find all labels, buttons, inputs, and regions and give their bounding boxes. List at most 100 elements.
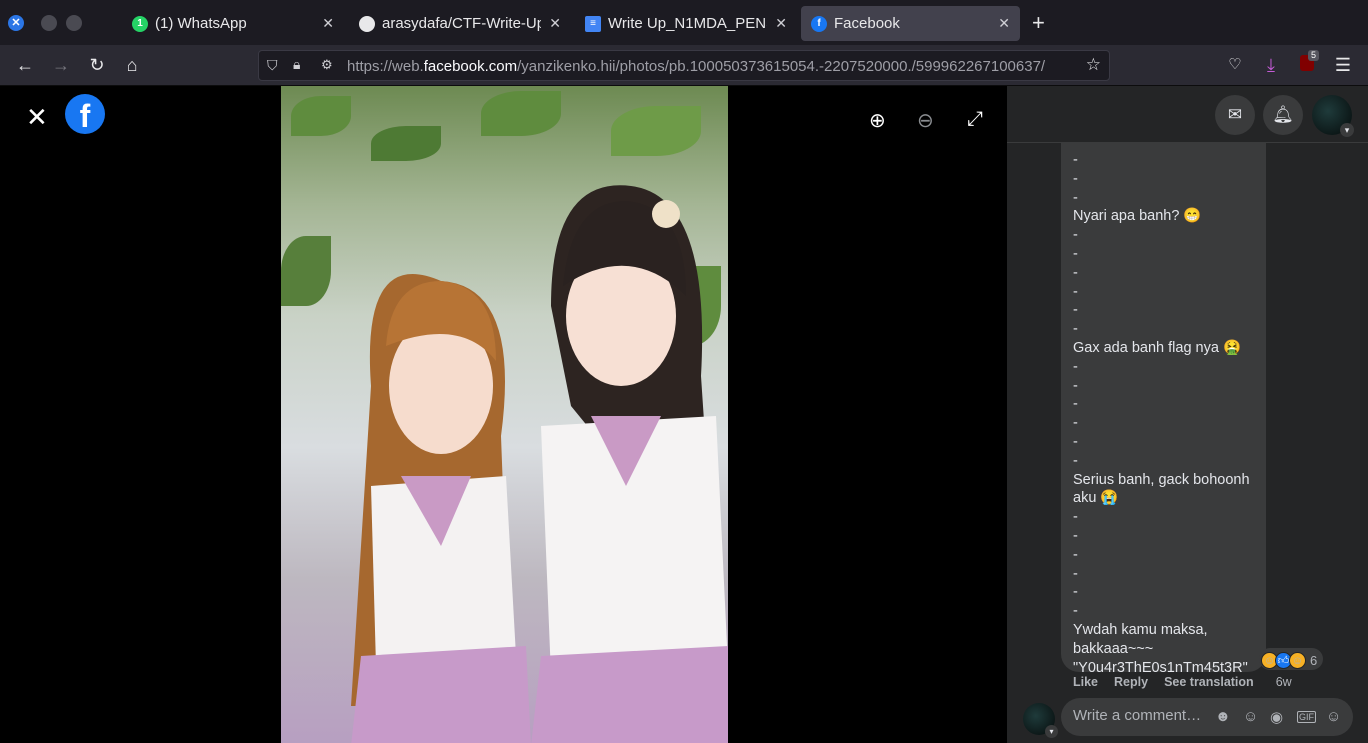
tab-google-docs[interactable]: ≡ Write Up_N1MDA_PENS - ✕ bbox=[575, 6, 797, 41]
extension-badge: 5 bbox=[1308, 50, 1320, 61]
reaction-count: 6 bbox=[1310, 652, 1318, 668]
close-viewer-icon[interactable]: ✕ bbox=[26, 102, 48, 133]
comment-line: - bbox=[1073, 433, 1078, 450]
reaction-summary[interactable]: ☺ 👍︎ ☺ 6 bbox=[1259, 648, 1324, 670]
comment-line: Gax ada banh flag nya 🤮 bbox=[1073, 339, 1241, 356]
bookmark-star-icon[interactable]: ☆ bbox=[1086, 55, 1101, 75]
google-docs-icon: ≡ bbox=[585, 15, 601, 32]
girl-right-figure bbox=[531, 185, 728, 743]
comment-line: - bbox=[1073, 245, 1078, 262]
comment-line: - bbox=[1073, 321, 1078, 338]
fullscreen-icon[interactable]: ⤢ bbox=[967, 108, 983, 131]
reply-link[interactable]: Reply bbox=[1114, 675, 1148, 689]
compose-avatar[interactable]: ▾ bbox=[1023, 703, 1058, 738]
leaf-decoration bbox=[281, 236, 331, 306]
comment-line: - bbox=[1073, 302, 1078, 319]
leaf-decoration bbox=[481, 91, 561, 136]
comment-line: - bbox=[1073, 509, 1078, 526]
comment-line: - bbox=[1073, 452, 1078, 469]
tab-title: Write Up_N1MDA_PENS - bbox=[608, 15, 768, 32]
zoom-in-icon[interactable]: ⊕ bbox=[869, 108, 886, 133]
facebook-logo-icon[interactable]: f bbox=[65, 94, 105, 134]
comment-line: - bbox=[1073, 565, 1078, 582]
emoji-icon[interactable]: ☺ bbox=[1243, 708, 1258, 725]
comment-line: - bbox=[1073, 264, 1078, 281]
comment-bubble: - - - Nyari apa banh? 😁 - - - - - - Gax ada banh f… bbox=[1061, 143, 1266, 672]
see-translation-link[interactable]: See translation bbox=[1164, 675, 1254, 689]
url-text[interactable]: https://web.facebook.com/yanzikenko.hii/… bbox=[347, 58, 1072, 75]
window-close-button[interactable]: ✕ bbox=[8, 15, 24, 31]
tab-close-icon[interactable]: ✕ bbox=[549, 15, 561, 32]
like-link[interactable]: Like bbox=[1073, 675, 1098, 689]
panel-header: ✉ 🔔︎ ▾ bbox=[1007, 86, 1368, 143]
downloads-icon[interactable]: ⤓ bbox=[1260, 54, 1282, 76]
comment-line: - bbox=[1073, 546, 1078, 563]
tab-whatsapp[interactable]: 1 (1) WhatsApp ✕ bbox=[122, 6, 344, 41]
window-maximize-button[interactable] bbox=[66, 15, 82, 31]
photo-image[interactable] bbox=[281, 86, 728, 743]
comment-line: - bbox=[1073, 584, 1078, 601]
lock-icon[interactable]: 🔒︎ bbox=[293, 56, 300, 73]
github-icon bbox=[359, 15, 375, 32]
sticker-icon[interactable]: ☺ bbox=[1326, 708, 1341, 725]
forward-icon[interactable]: → bbox=[50, 54, 72, 76]
url-path: /yanzikenko.hii/photos/pb.10005037361505… bbox=[517, 58, 1046, 75]
browser-tab-bar: ✕ 1 (1) WhatsApp ✕ arasydafa/CTF-Write-U… bbox=[0, 0, 1368, 45]
comment-actions: Like Reply See translation 6w bbox=[1073, 675, 1292, 689]
new-tab-button[interactable]: + bbox=[1032, 10, 1045, 36]
notifications-bell-icon[interactable]: 🔔︎ bbox=[1263, 95, 1303, 135]
comment-line: - bbox=[1073, 415, 1078, 432]
window-minimize-button[interactable] bbox=[41, 15, 57, 31]
url-domain: facebook.com bbox=[423, 58, 518, 75]
reload-icon[interactable]: ↻ bbox=[86, 54, 108, 76]
back-icon[interactable]: ← bbox=[14, 54, 36, 76]
comment-line: - bbox=[1073, 189, 1078, 206]
comment-line: - bbox=[1073, 152, 1078, 168]
comment-line: Nyari apa banh? 😁 bbox=[1073, 208, 1202, 225]
comment-line: - bbox=[1073, 527, 1078, 544]
home-icon[interactable]: ⌂ bbox=[121, 54, 143, 76]
comment-line: Ywdah kamu maksa, bakkaaa~~~ "Y0u4r3ThE0… bbox=[1073, 621, 1248, 672]
url-prefix: https://web. bbox=[347, 58, 424, 75]
chevron-down-icon: ▾ bbox=[1340, 123, 1354, 137]
tab-github[interactable]: arasydafa/CTF-Write-Up- ✕ bbox=[349, 6, 571, 41]
comment-line: - bbox=[1073, 227, 1078, 244]
pocket-icon[interactable]: ♡ bbox=[1224, 54, 1246, 76]
leaf-decoration bbox=[371, 126, 441, 161]
comment-age[interactable]: 6w bbox=[1276, 675, 1292, 689]
camera-icon[interactable]: ◉ bbox=[1270, 708, 1283, 726]
comment-line: - bbox=[1073, 377, 1078, 394]
comment-text: - - - Nyari apa banh? 😁 - - - - - - Gax ada banh f… bbox=[1073, 151, 1254, 672]
haha-reaction-icon: ☺ bbox=[1289, 651, 1306, 669]
tab-close-icon[interactable]: ✕ bbox=[775, 15, 787, 32]
comment-line: - bbox=[1073, 358, 1078, 375]
tracking-protection-shield-icon[interactable]: ⛉ bbox=[267, 57, 278, 74]
gif-icon[interactable]: GIF bbox=[1297, 711, 1316, 723]
comment-line: - bbox=[1073, 170, 1078, 187]
zoom-out-icon[interactable]: ⊖ bbox=[917, 108, 934, 133]
tab-close-icon[interactable]: ✕ bbox=[322, 15, 334, 32]
girl-left-figure bbox=[351, 274, 531, 743]
chevron-down-icon: ▾ bbox=[1045, 725, 1058, 738]
permissions-icon[interactable]: ⚙ bbox=[321, 57, 333, 73]
comment-compose-box[interactable]: ☻ ☺ ◉ GIF ☺ bbox=[1061, 698, 1353, 736]
comments-panel: ✉ 🔔︎ ▾ - - - Nyari apa banh? 😁 - - - - - - Gax ada… bbox=[1007, 86, 1368, 743]
account-avatar[interactable]: ▾ bbox=[1312, 95, 1354, 137]
ublock-extension-icon[interactable]: 5 bbox=[1296, 50, 1320, 76]
messenger-icon[interactable]: ✉ bbox=[1215, 95, 1255, 135]
leaf-decoration bbox=[291, 96, 351, 136]
tab-title: (1) WhatsApp bbox=[155, 15, 247, 32]
photo-viewer: ✕ f ⊕ ⊖ ⤢ bbox=[0, 86, 1007, 743]
avatar-sticker-icon[interactable]: ☻ bbox=[1215, 708, 1231, 725]
tab-title: Facebook bbox=[834, 15, 900, 32]
menu-hamburger-icon[interactable]: ☰ bbox=[1332, 54, 1354, 76]
tab-close-icon[interactable]: ✕ bbox=[998, 15, 1010, 32]
tab-facebook[interactable]: f Facebook ✕ bbox=[801, 6, 1020, 41]
facebook-icon: f bbox=[811, 15, 827, 32]
url-bar[interactable]: ⛉ 🔒︎ ⚙ https://web.facebook.com/yanziken… bbox=[258, 50, 1110, 81]
comment-input[interactable] bbox=[1073, 707, 1213, 724]
tab-title: arasydafa/CTF-Write-Up- bbox=[382, 15, 542, 32]
comment-line: - bbox=[1073, 603, 1078, 620]
whatsapp-icon: 1 bbox=[132, 15, 148, 32]
comment-line: - bbox=[1073, 283, 1078, 300]
